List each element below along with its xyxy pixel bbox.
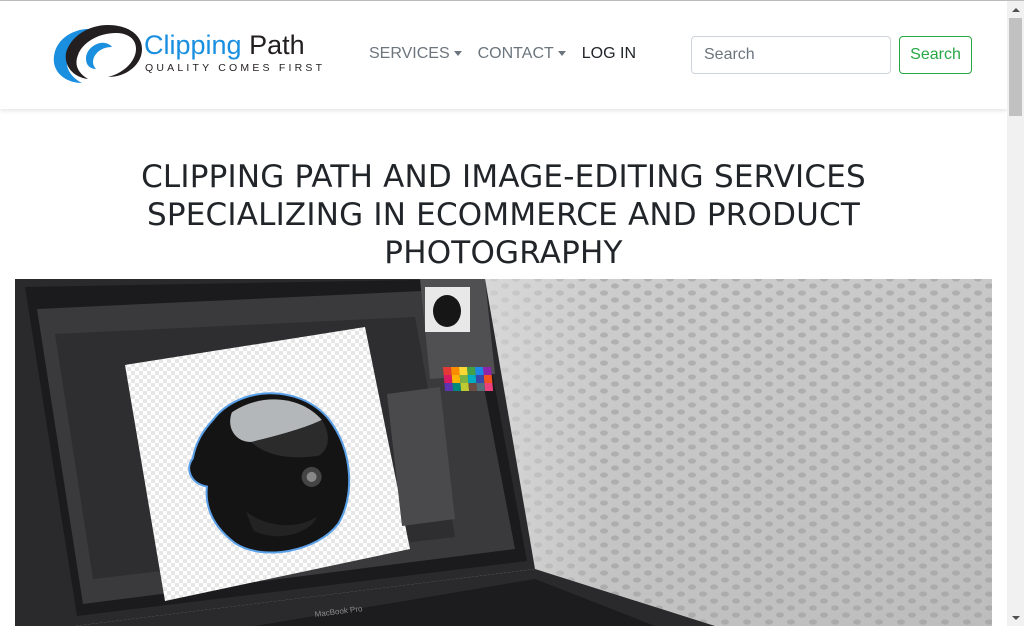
nav-contact-dropdown[interactable]: CONTACT [478, 45, 566, 63]
brand-logo-link[interactable]: Clipping Path QUALITY COMES FIRST [52, 21, 332, 87]
navbar: Clipping Path QUALITY COMES FIRST SERVIC… [0, 1, 1007, 109]
vertical-scrollbar[interactable] [1007, 1, 1024, 626]
caret-down-icon [453, 50, 462, 56]
scroll-up-button[interactable] [1007, 1, 1024, 18]
arrow-down-icon [1011, 615, 1020, 620]
scrollbar-thumb[interactable] [1009, 18, 1022, 116]
nav-contact-label: CONTACT [477, 45, 554, 62]
nav-login-label: LOG IN [581, 45, 636, 62]
search-input[interactable] [691, 36, 891, 74]
main-nav: SERVICES CONTACT LOG IN [369, 45, 652, 63]
laptop-photo-editing-image: MacBook Pro [15, 279, 992, 626]
caret-down-icon [557, 50, 566, 56]
arrow-up-icon [1011, 7, 1020, 12]
nav-services-label: SERVICES [369, 45, 450, 62]
brand-tagline: QUALITY COMES FIRST [145, 62, 326, 74]
brand-name: Clipping Path [144, 30, 305, 60]
scroll-down-button[interactable] [1007, 609, 1024, 626]
swoosh-logo-icon [53, 25, 142, 83]
hero-image: MacBook Pro [15, 279, 992, 626]
search-button[interactable]: Search [899, 36, 972, 74]
nav-services-dropdown[interactable]: SERVICES [369, 45, 462, 63]
hero-heading: CLIPPING PATH AND IMAGE-EDITING SERVICES… [141, 159, 866, 271]
nav-login-link[interactable]: LOG IN [582, 45, 636, 63]
